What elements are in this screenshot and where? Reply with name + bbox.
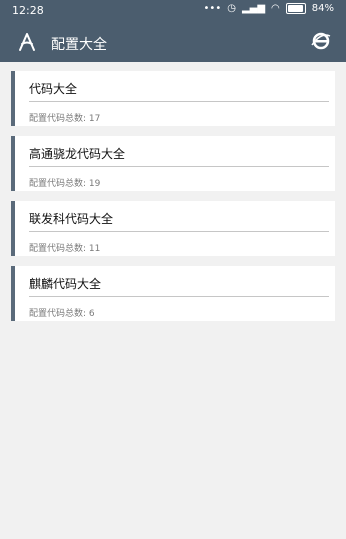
wifi-icon: ◠ [271,3,280,14]
list-item[interactable]: 麒麟代码大全 配置代码总数: 6 [11,266,335,321]
status-icons: ••• ◷ ▂▄▆ ◠ 84% [204,3,334,14]
item-divider [29,166,329,167]
battery-icon [285,3,306,14]
battery-percent: 84% [311,3,334,14]
item-divider [29,101,329,102]
item-name: 麒麟代码大全 [29,277,102,291]
list-item[interactable]: 代码大全 配置代码总数: 17 [11,71,335,126]
app-bar: 配置大全 [0,22,346,62]
ie-browser-icon[interactable] [310,30,332,52]
status-bar: 12:28 ••• ◷ ▂▄▆ ◠ 84% [0,0,346,22]
item-count-label: 配置代码总数: [29,179,87,189]
item-count: 配置代码总数: 19 [29,176,100,189]
item-count-value: 6 [88,309,95,319]
item-name: 高通骁龙代码大全 [29,147,126,161]
list-item[interactable]: 联发科代码大全 配置代码总数: 11 [11,201,335,256]
item-count-label: 配置代码总数: [29,244,87,254]
status-time: 12:28 [12,4,44,17]
item-divider [29,296,329,297]
item-count-value: 11 [88,244,101,254]
item-count: 配置代码总数: 11 [29,241,100,254]
item-count-value: 19 [88,179,101,189]
item-count-label: 配置代码总数: [29,114,87,124]
item-divider [29,231,329,232]
compass-logo-icon[interactable] [16,31,38,53]
more-icon: ••• [203,3,222,14]
page-title: 配置大全 [51,37,107,53]
item-name: 代码大全 [29,82,78,96]
list-item[interactable]: 高通骁龙代码大全 配置代码总数: 19 [11,136,335,191]
item-count: 配置代码总数: 17 [29,111,100,124]
item-count-value: 17 [88,114,101,124]
item-count-label: 配置代码总数: [29,309,87,319]
item-count: 配置代码总数: 6 [29,306,95,319]
signal-icon: ▂▄▆ [241,3,266,14]
item-name: 联发科代码大全 [29,212,114,226]
config-list: 代码大全 配置代码总数: 17 高通骁龙代码大全 配置代码总数: 19 联发科代… [11,71,335,331]
alarm-icon: ◷ [227,3,236,14]
